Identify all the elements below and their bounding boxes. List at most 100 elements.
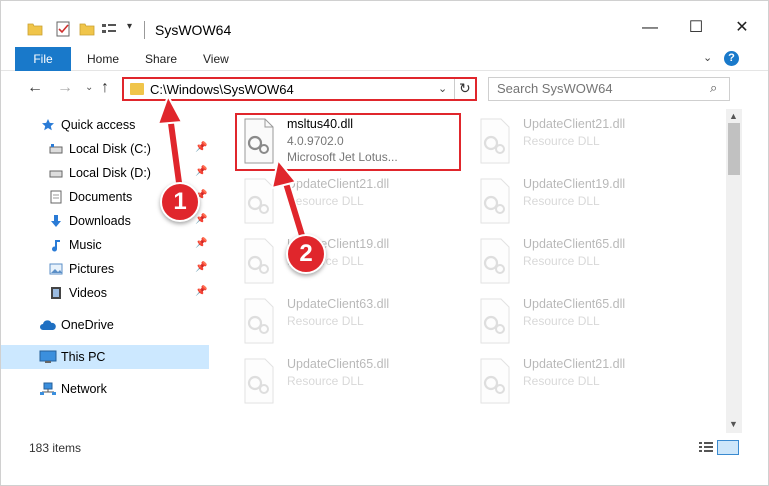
scroll-up-icon[interactable]: ▲ (729, 111, 738, 121)
computer-icon (39, 350, 57, 363)
new-folder-icon[interactable] (79, 21, 95, 37)
file-explorer-window: ▾ SysWOW64 — ☐ ✕ File Home Share View ⌄ … (0, 0, 769, 486)
customize-icon[interactable] (101, 21, 117, 37)
file-type: Resource DLL (523, 374, 600, 388)
tab-share[interactable]: Share (145, 47, 177, 71)
file-type: Resource DLL (523, 134, 600, 148)
item-count: 183 items (29, 441, 82, 455)
sidebar-item-network[interactable]: Network (1, 377, 209, 401)
file-name: UpdateClient21.dll (523, 117, 626, 131)
sidebar-item-this-pc[interactable]: This PC (1, 345, 209, 369)
help-icon[interactable]: ? (724, 51, 739, 66)
title-bar: ▾ SysWOW64 — ☐ ✕ (1, 1, 768, 45)
ribbon-tabs: File Home Share View ⌄ ? (1, 47, 768, 71)
close-button[interactable]: ✕ (719, 13, 765, 43)
dll-file-icon (480, 298, 510, 344)
folder-icon (130, 83, 144, 95)
large-icons-view-icon[interactable] (717, 440, 739, 455)
scroll-thumb[interactable] (728, 123, 740, 175)
sidebar-item-label: Music (69, 238, 102, 252)
file-type: Resource DLL (287, 194, 364, 208)
sidebar-item-label: Quick access (61, 118, 136, 132)
navigation-bar: ← → ⌄ ↑ C:\Windows\SysWOW64 ⌄ ↻ ⌕ (1, 73, 768, 105)
search-input[interactable] (497, 81, 697, 96)
pin-icon[interactable]: 📌 (195, 214, 207, 225)
tab-home[interactable]: Home (87, 47, 119, 71)
address-bar[interactable]: C:\Windows\SysWOW64 ⌄ ↻ (122, 77, 477, 101)
file-type: Resource DLL (523, 194, 600, 208)
videos-icon (51, 287, 61, 299)
scroll-down-icon[interactable]: ▼ (729, 419, 738, 429)
file-tile[interactable]: UpdateClient21.dll Resource DLL (475, 113, 701, 171)
file-type: Resource DLL (287, 314, 364, 328)
recent-locations-button[interactable]: ⌄ (85, 82, 93, 93)
pin-icon[interactable]: 📌 (195, 262, 207, 273)
address-path[interactable]: C:\Windows\SysWOW64 (150, 82, 294, 97)
dll-file-icon (244, 358, 274, 404)
file-tile[interactable]: UpdateClient65.dll Resource DLL (475, 293, 701, 351)
file-name: UpdateClient65.dll (523, 297, 626, 311)
drive-icon (49, 170, 63, 178)
file-tile[interactable]: UpdateClient19.dll Resource DLL (475, 173, 701, 231)
documents-icon (50, 190, 62, 204)
file-name: UpdateClient63.dll (287, 297, 390, 311)
pin-icon[interactable]: 📌 (195, 142, 207, 153)
maximize-button[interactable]: ☐ (673, 13, 719, 43)
file-tile[interactable]: UpdateClient21.dll Resource DLL (475, 353, 701, 411)
search-box[interactable]: ⌕ (488, 77, 730, 101)
file-name: UpdateClient19.dll (523, 177, 626, 191)
pin-icon[interactable]: 📌 (195, 166, 207, 177)
tab-file[interactable]: File (15, 47, 71, 71)
pin-icon[interactable]: 📌 (195, 238, 207, 249)
sidebar-item-label: Network (61, 382, 107, 396)
pictures-icon (49, 263, 63, 275)
file-type: Resource DLL (523, 314, 600, 328)
sidebar-item-quick-access[interactable]: Quick access (1, 113, 209, 137)
file-name: UpdateClient21.dll (287, 177, 390, 191)
sidebar-item-pictures[interactable]: Pictures 📌 (1, 257, 209, 281)
vertical-scrollbar[interactable]: ▲ ▼ (726, 109, 742, 433)
refresh-icon[interactable]: ↻ (459, 80, 471, 97)
drive-icon (49, 144, 63, 154)
sidebar-item-music[interactable]: Music 📌 (1, 233, 209, 257)
up-button[interactable]: ↑ (101, 79, 109, 97)
star-icon (42, 119, 54, 131)
file-tile[interactable]: UpdateClient21.dll Resource DLL (239, 173, 465, 231)
window-title: SysWOW64 (155, 22, 232, 38)
tab-view[interactable]: View (203, 47, 229, 71)
title-separator (144, 21, 145, 39)
sidebar-item-label: Local Disk (D:) (69, 166, 151, 180)
file-tile[interactable]: UpdateClient63.dll Resource DLL (239, 293, 465, 351)
sidebar-item-label: Videos (69, 286, 107, 300)
sidebar-item-local-disk-c[interactable]: Local Disk (C:) 📌 (1, 137, 209, 161)
details-view-icon[interactable] (699, 441, 713, 453)
dll-file-icon (244, 238, 274, 284)
downloads-icon (51, 215, 61, 227)
sidebar-item-label: Documents (69, 190, 133, 204)
dll-file-icon (480, 238, 510, 284)
expand-ribbon-icon[interactable]: ⌄ (703, 51, 712, 64)
music-icon (52, 240, 60, 252)
search-icon[interactable]: ⌕ (710, 80, 717, 96)
sidebar-item-label: Local Disk (C:) (69, 142, 151, 156)
sidebar-item-videos[interactable]: Videos 📌 (1, 281, 209, 305)
folder-icon[interactable] (27, 21, 43, 37)
chevron-down-icon[interactable]: ⌄ (438, 82, 447, 95)
minimize-button[interactable]: — (627, 13, 673, 43)
file-tile[interactable]: UpdateClient65.dll Resource DLL (475, 233, 701, 291)
file-tile[interactable]: UpdateClient19.dll Resource DLL (239, 233, 465, 291)
sidebar-item-label: This PC (61, 350, 106, 364)
sidebar-item-label: Pictures (69, 262, 115, 276)
pin-icon[interactable]: 📌 (195, 286, 207, 297)
forward-button[interactable]: → (57, 79, 73, 97)
dll-file-icon (244, 298, 274, 344)
address-separator (454, 79, 455, 99)
sidebar-item-onedrive[interactable]: OneDrive (1, 313, 209, 337)
file-tile[interactable]: UpdateClient65.dll Resource DLL (239, 353, 465, 411)
status-bar: 183 items (1, 437, 768, 459)
back-button[interactable]: ← (27, 79, 43, 97)
chevron-down-icon[interactable]: ▾ (127, 21, 143, 37)
navigation-pane: Quick access Local Disk (C:) 📌 Local Dis… (1, 109, 211, 433)
file-name: UpdateClient65.dll (523, 237, 626, 251)
properties-icon[interactable] (55, 21, 71, 37)
